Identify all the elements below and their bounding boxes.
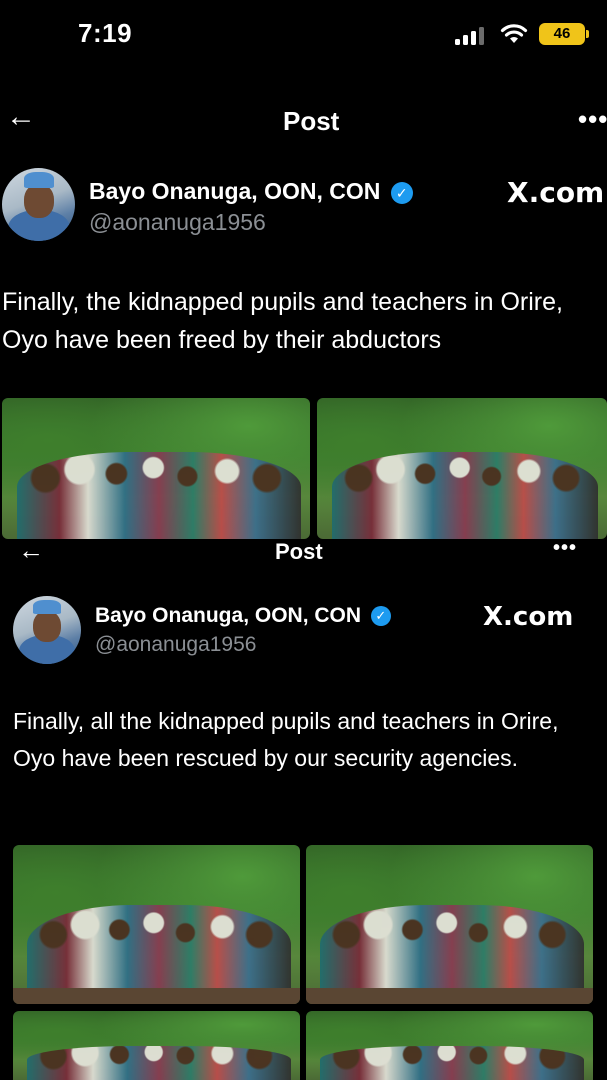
post-text: Finally, the kidnapped pupils and teache… [2,288,563,354]
avatar[interactable] [13,596,81,664]
verified-badge-icon: ✓ [370,606,391,627]
arrow-left-icon: ← [6,100,36,133]
wifi-icon [500,24,528,43]
back-button[interactable]: ← [6,100,36,134]
avatar[interactable] [2,168,75,241]
post-image[interactable] [317,398,607,539]
post-text: Finally, all the kidnapped pupils and te… [13,708,559,771]
more-horizontal-icon: ••• [578,104,607,134]
back-button[interactable]: ← [18,535,44,566]
author-name-label: Bayo Onanuga, OON, CON [95,604,362,627]
cellular-signal-icon [455,27,489,45]
author-handle[interactable]: @aonanuga1956 [95,633,256,657]
post-image[interactable] [306,845,593,1004]
page-title: Post [275,539,323,564]
author-handle[interactable]: @aonanuga1956 [89,209,266,236]
more-options-button[interactable]: ••• [553,537,577,560]
battery-icon: 46 [539,23,589,45]
more-options-button[interactable]: ••• [578,104,607,135]
post-image[interactable] [306,1011,593,1080]
status-time: 7:19 [78,18,133,48]
battery-level: 46 [553,25,571,42]
post-image[interactable] [2,398,310,539]
source-watermark: X.com [507,176,605,209]
arrow-left-icon: ← [18,535,44,565]
post-image[interactable] [13,845,300,1004]
post-image[interactable] [13,1011,300,1080]
source-watermark: X.com [483,602,574,632]
verified-badge-icon: ✓ [390,181,413,204]
author-name[interactable]: Bayo Onanuga, OON, CON ✓ [89,178,413,205]
author-name[interactable]: Bayo Onanuga, OON, CON ✓ [95,604,391,628]
author-name-label: Bayo Onanuga, OON, CON [89,178,381,204]
more-horizontal-icon: ••• [553,537,578,559]
page-title: Post [283,106,340,136]
